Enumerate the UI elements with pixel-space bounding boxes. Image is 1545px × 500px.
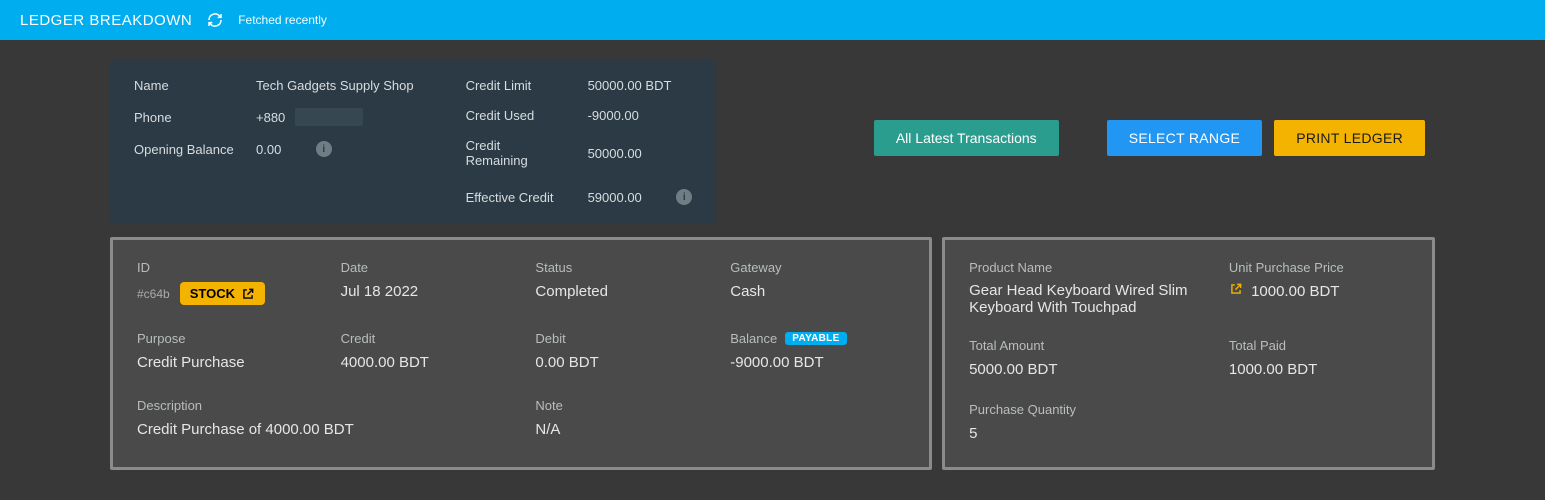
transaction-card: ID #c64b STOCK Date Jul 18 2022 Status C… xyxy=(110,237,932,470)
balance-value: -9000.00 BDT xyxy=(730,353,905,373)
credit-remaining-label: Credit Remaining xyxy=(466,138,566,168)
total-amount-value: 5000.00 BDT xyxy=(969,360,1211,380)
total-amount-label: Total Amount xyxy=(969,338,1211,353)
refresh-icon[interactable] xyxy=(206,11,224,29)
info-icon[interactable]: i xyxy=(676,189,692,205)
name-label: Name xyxy=(134,78,234,93)
description-label: Description xyxy=(137,398,515,413)
credit-remaining-value: 50000.00 xyxy=(588,146,642,161)
debit-value: 0.00 BDT xyxy=(535,353,710,373)
name-value: Tech Gadgets Supply Shop xyxy=(256,78,414,93)
gateway-value: Cash xyxy=(730,282,905,302)
product-name-value: Gear Head Keyboard Wired Slim Keyboard W… xyxy=(969,282,1211,316)
product-card: Product Name Gear Head Keyboard Wired Sl… xyxy=(942,237,1435,470)
credit-label: Credit xyxy=(341,331,516,346)
id-value: #c64b xyxy=(137,287,170,301)
purpose-label: Purpose xyxy=(137,331,321,346)
date-label: Date xyxy=(341,260,516,275)
date-value: Jul 18 2022 xyxy=(341,282,516,302)
status-value: Completed xyxy=(535,282,710,302)
note-value: N/A xyxy=(535,420,905,440)
phone-label: Phone xyxy=(134,110,234,125)
debit-label: Debit xyxy=(535,331,710,346)
unit-price-value: 1000.00 BDT xyxy=(1229,282,1408,302)
external-link-icon[interactable] xyxy=(1229,282,1243,296)
description-value: Credit Purchase of 4000.00 BDT xyxy=(137,420,515,440)
stock-badge[interactable]: STOCK xyxy=(180,282,265,305)
credit-limit-value: 50000.00 BDT xyxy=(588,78,672,93)
phone-value: +880 xyxy=(256,108,363,126)
fetched-status: Fetched recently xyxy=(238,13,327,27)
phone-redacted xyxy=(295,108,363,126)
id-label: ID xyxy=(137,260,321,275)
info-icon[interactable]: i xyxy=(316,141,332,157)
effective-credit-label: Effective Credit xyxy=(466,190,566,205)
topbar: LEDGER BREAKDOWN Fetched recently xyxy=(0,0,1545,40)
unit-price-label: Unit Purchase Price xyxy=(1229,260,1408,275)
credit-value: 4000.00 BDT xyxy=(341,353,516,373)
gateway-label: Gateway xyxy=(730,260,905,275)
credit-used-value: -9000.00 xyxy=(588,108,639,123)
opening-balance-value: 0.00 i xyxy=(256,141,332,157)
balance-label: BalancePAYABLE xyxy=(730,331,905,346)
product-name-label: Product Name xyxy=(969,260,1211,275)
status-label: Status xyxy=(535,260,710,275)
purchase-qty-value: 5 xyxy=(969,424,1211,444)
print-ledger-button[interactable]: PRINT LEDGER xyxy=(1274,120,1425,156)
all-latest-transactions-button[interactable]: All Latest Transactions xyxy=(874,120,1059,156)
page-title: LEDGER BREAKDOWN xyxy=(20,12,192,29)
credit-used-label: Credit Used xyxy=(466,108,566,123)
total-paid-value: 1000.00 BDT xyxy=(1229,360,1408,380)
purchase-qty-label: Purchase Quantity xyxy=(969,402,1211,417)
note-label: Note xyxy=(535,398,905,413)
total-paid-label: Total Paid xyxy=(1229,338,1408,353)
select-range-button[interactable]: SELECT RANGE xyxy=(1107,120,1263,156)
account-info-card: Name Tech Gadgets Supply Shop Phone +880… xyxy=(110,60,716,223)
credit-limit-label: Credit Limit xyxy=(466,78,566,93)
purpose-value: Credit Purchase xyxy=(137,353,321,373)
opening-balance-label: Opening Balance xyxy=(134,142,234,157)
payable-badge: PAYABLE xyxy=(785,332,846,345)
effective-credit-value: 59000.00 i xyxy=(588,189,693,205)
